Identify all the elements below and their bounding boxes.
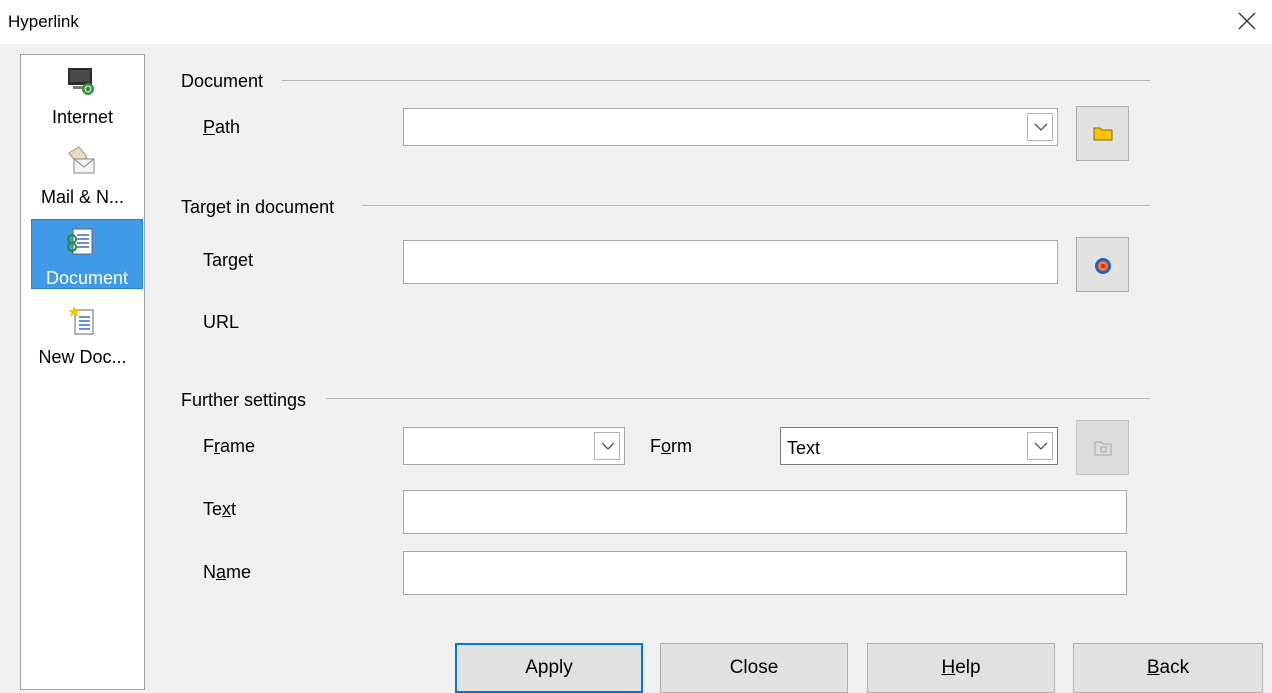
frame-label: Frame (203, 436, 256, 456)
target-section-heading: Target in document (181, 197, 335, 217)
hyperlink-type-sidebar: Internet Mail & N... Document New Doc... (20, 54, 145, 690)
url-label: URL (203, 312, 240, 332)
sidebar-item-new-document[interactable]: New Doc... (21, 299, 144, 369)
new-document-icon (68, 306, 94, 335)
section-divider (282, 80, 1150, 81)
sidebar-item-internet[interactable]: Internet (21, 59, 144, 129)
mail-news-icon (68, 146, 95, 174)
chevron-down-icon (1034, 123, 1048, 131)
sidebar-item-label: Mail & N... (40, 187, 124, 207)
name-input[interactable] (403, 551, 1127, 595)
text-input[interactable] (403, 490, 1127, 534)
document-icon (67, 228, 93, 255)
sidebar-item-label: New Doc... (38, 347, 127, 367)
path-label: Path (203, 117, 241, 137)
path-combobox[interactable] (403, 108, 1058, 146)
folder-icon (1093, 127, 1113, 141)
form-dropdown-button[interactable] (1027, 432, 1053, 460)
apply-button[interactable]: Apply (455, 643, 643, 693)
close-window-button[interactable] (1232, 6, 1262, 36)
back-button[interactable]: Back (1073, 643, 1263, 693)
section-divider (362, 205, 1150, 206)
help-button[interactable]: Help (867, 643, 1055, 693)
frame-dropdown-button[interactable] (594, 432, 620, 460)
events-button[interactable] (1076, 420, 1129, 475)
internet-icon (68, 68, 94, 95)
section-divider (326, 398, 1150, 399)
form-value: Text (787, 438, 821, 458)
chevron-down-icon (601, 442, 615, 450)
sidebar-item-label: Internet (51, 107, 114, 127)
sidebar-item-mail-news[interactable]: Mail & N... (21, 139, 144, 209)
close-icon (1238, 12, 1256, 30)
dialog-title: Hyperlink (8, 12, 79, 31)
target-label: Target (203, 250, 254, 270)
events-icon (1094, 441, 1112, 456)
further-settings-heading: Further settings (181, 390, 307, 410)
close-button[interactable]: Close (660, 643, 848, 693)
sidebar-item-document[interactable]: Document (31, 219, 143, 289)
form-label: Form (650, 436, 693, 456)
target-in-document-button[interactable] (1076, 237, 1129, 292)
path-dropdown-button[interactable] (1027, 113, 1053, 141)
form-select[interactable]: Text (780, 427, 1058, 465)
target-input[interactable] (403, 240, 1058, 284)
target-icon (1095, 258, 1111, 274)
chevron-down-icon (1034, 442, 1048, 450)
sidebar-item-label: Document (45, 268, 129, 288)
name-label: Name (203, 562, 252, 582)
text-label: Text (203, 499, 237, 519)
frame-combobox[interactable] (403, 427, 625, 465)
document-section-heading: Document (181, 71, 264, 91)
open-file-button[interactable] (1076, 106, 1129, 161)
title-bar: Hyperlink (0, 0, 1272, 44)
